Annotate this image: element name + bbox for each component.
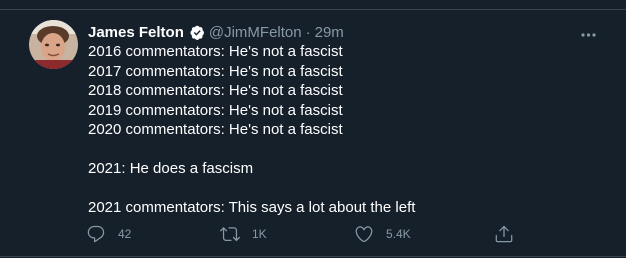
like-button[interactable]: 5.4K <box>354 222 411 246</box>
tweet-header: James Felton @JimMFelton · 29m <box>88 22 344 42</box>
divider <box>0 256 626 257</box>
tweet-timestamp[interactable]: 29m <box>315 24 344 41</box>
more-options-icon[interactable] <box>580 26 597 37</box>
avatar[interactable] <box>29 20 78 69</box>
tweet-line: 2017 commentators: He's not a fascist <box>88 62 343 80</box>
author-display-name[interactable]: James Felton <box>88 24 184 41</box>
tweet-line: 2019 commentators: He's not a fascist <box>88 101 343 119</box>
tweet-line: 2016 commentators: He's not a fascist <box>88 43 343 60</box>
retweet-button[interactable]: 1K <box>220 222 267 246</box>
tweet-line: 2021: He does a fascism <box>88 160 254 177</box>
divider <box>0 9 626 10</box>
tweet-line: 2020 commentators: He's not a fascist <box>88 121 343 138</box>
tweet-card[interactable]: James Felton @JimMFelton · 29m 2016 comm… <box>0 0 626 258</box>
reply-icon <box>87 225 105 243</box>
reply-button[interactable]: 42 <box>86 222 131 246</box>
author-handle[interactable]: @JimMFelton <box>209 24 302 41</box>
share-button[interactable] <box>494 222 514 246</box>
tweet-line: 2018 commentators: He's not a fascist <box>88 82 343 99</box>
tweet-text: 2016 commentators: He's not a fascist 20… <box>88 42 608 218</box>
retweet-count: 1K <box>252 227 267 241</box>
separator-dot: · <box>305 23 311 41</box>
avatar-image <box>29 20 78 69</box>
retweet-icon <box>220 227 240 242</box>
tweet-actions: 42 1K 5.4K <box>86 222 516 246</box>
heart-icon <box>355 226 373 243</box>
like-count: 5.4K <box>386 227 411 241</box>
tweet-line: 2021 commentators: This says a lot about… <box>88 199 416 216</box>
share-icon <box>495 225 513 243</box>
reply-count: 42 <box>118 227 132 241</box>
verified-badge-icon <box>188 24 205 41</box>
